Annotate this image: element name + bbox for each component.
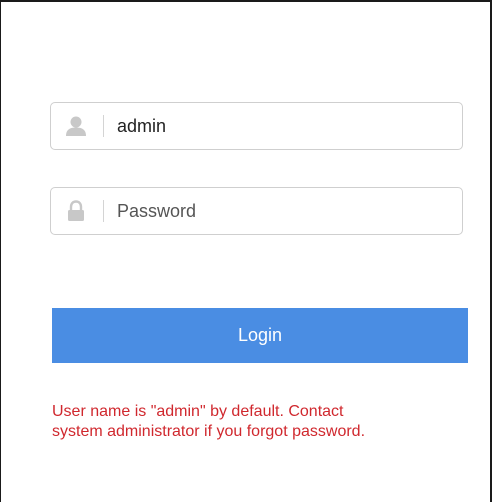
password-field[interactable]: Password	[50, 187, 463, 235]
password-placeholder[interactable]: Password	[117, 188, 196, 234]
user-icon	[51, 103, 103, 149]
default-credentials-hint: User name is "admin" by default. Contact…	[52, 402, 472, 442]
username-field[interactable]: admin	[50, 102, 463, 150]
lock-icon	[51, 188, 103, 234]
field-separator	[103, 115, 104, 137]
username-value[interactable]: admin	[117, 103, 166, 149]
hint-line-1: User name is "admin" by default. Contact	[52, 403, 344, 420]
login-panel: admin Password Login User name is "admin…	[0, 0, 492, 502]
hint-line-2: system administrator if you forgot passw…	[52, 423, 366, 440]
login-button[interactable]: Login	[52, 308, 468, 363]
field-separator	[103, 200, 104, 222]
